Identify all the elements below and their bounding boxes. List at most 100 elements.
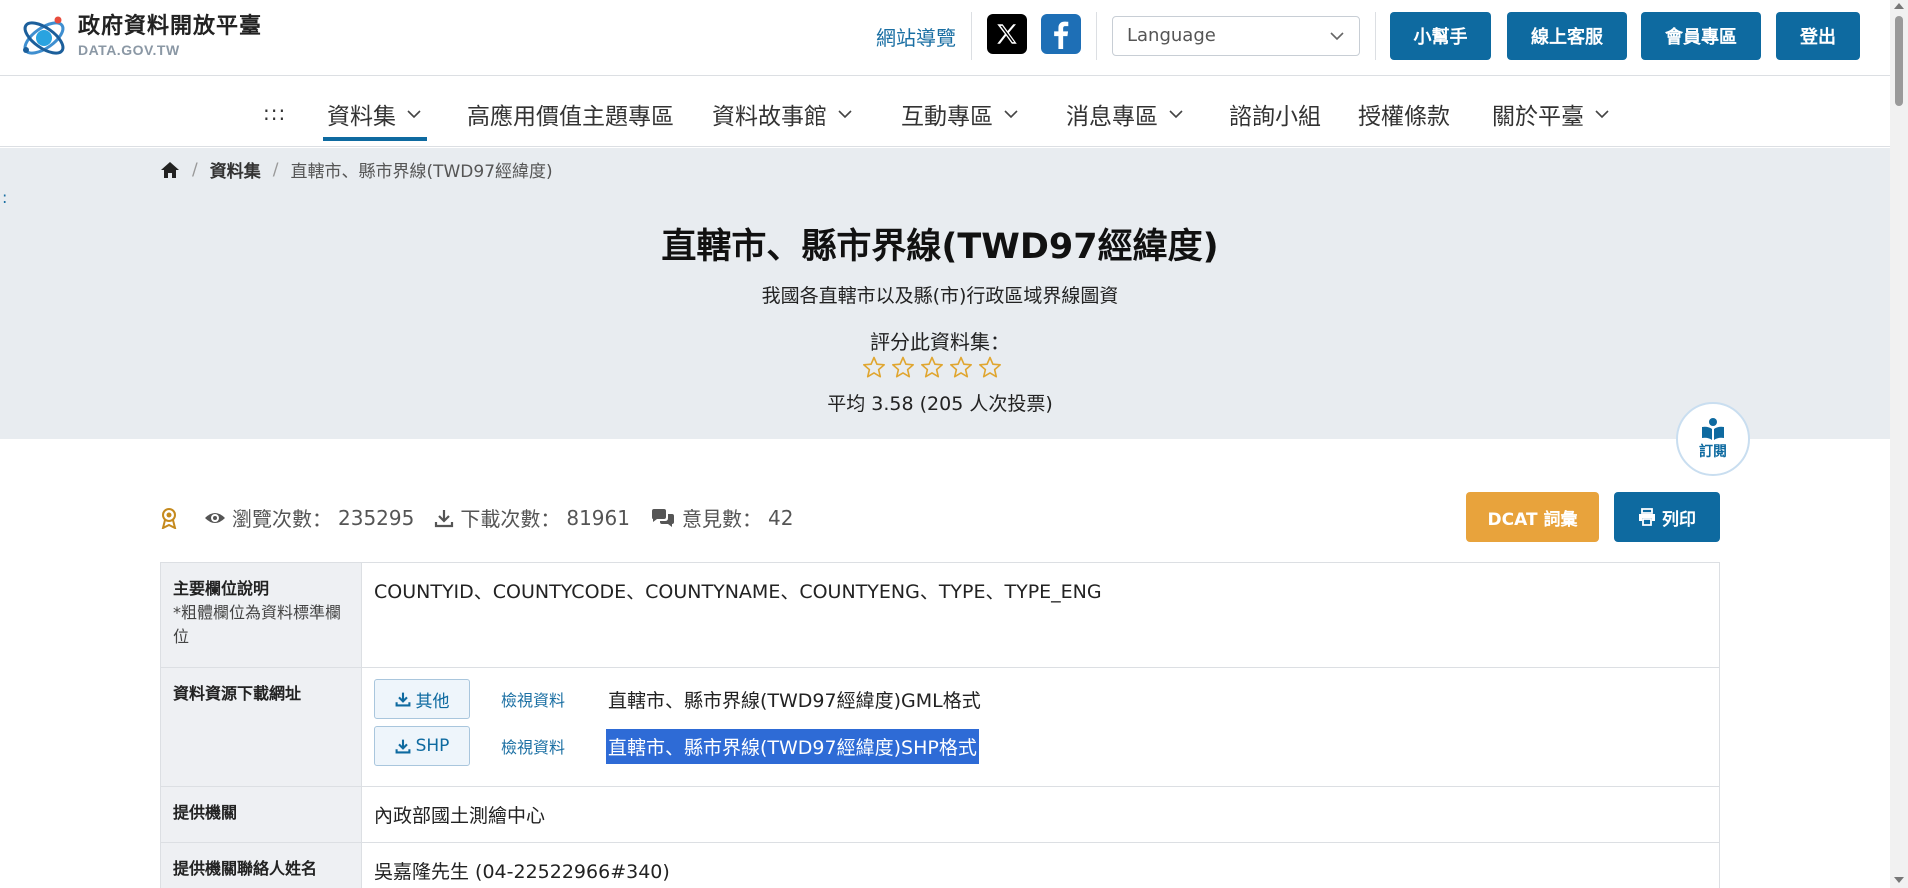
provider-key: 提供機關 — [160, 786, 362, 843]
dataset-hero: / 資料集 / 直轄市、縣市界線(TWD97經緯度) : 直轄市、縣市界線(TW… — [0, 148, 1890, 439]
language-select[interactable]: Language — [1112, 16, 1360, 56]
member-area-button[interactable]: 會員專區 — [1641, 12, 1761, 60]
dataset-stats: 瀏覽次數： 235295 下載次數： 81961 意見數： 42 — [160, 503, 813, 532]
nav-item-label: 消息專區 — [1066, 104, 1158, 130]
book-reader-icon — [1702, 418, 1724, 440]
page-subtitle: 我國各直轄市以及縣(市)行政區域界線圖資 — [761, 285, 1119, 307]
scroll-up-arrow[interactable] — [1894, 3, 1904, 9]
helper-button[interactable]: 小幫手 — [1390, 12, 1491, 60]
nav-item-license[interactable]: 授權條款 — [1358, 97, 1450, 131]
views-stat: 瀏覽次數： 235295 — [204, 503, 414, 532]
online-service-button[interactable]: 線上客服 — [1507, 12, 1627, 60]
breadcrumb-datasets[interactable]: 資料集 — [210, 157, 261, 182]
scroll-down-arrow[interactable] — [1894, 877, 1904, 883]
page-title: 直轄市、縣市界線(TWD97經緯度) — [661, 227, 1219, 267]
download-icon — [395, 739, 411, 754]
star-icon[interactable] — [862, 356, 886, 383]
vertical-scrollbar[interactable] — [1890, 0, 1908, 888]
provider-link[interactable]: 內政部國土測繪中心 — [361, 786, 1720, 843]
logo-icon — [23, 16, 65, 55]
nav-item-news[interactable]: 消息專區 — [1066, 97, 1184, 131]
comments-icon — [651, 508, 674, 527]
download-shp-button[interactable]: SHP — [374, 726, 470, 766]
rating-label: 評分此資料集： — [870, 330, 1010, 354]
nav-item-interactive[interactable]: 互動專區 — [901, 97, 1019, 131]
award-icon — [161, 507, 177, 529]
star-icon[interactable] — [949, 356, 973, 383]
table-row: 資料資源下載網址 其他 檢視資料 直轄市、縣市界線(TWD97經緯度)GML格式 — [160, 667, 1720, 787]
chevron-down-icon — [1169, 110, 1183, 119]
downloads-count: 81961 — [566, 505, 630, 530]
download-icon — [395, 692, 410, 707]
eye-icon — [205, 512, 225, 523]
chevron-down-icon — [1595, 110, 1609, 119]
nav-item-stories[interactable]: 資料故事館 — [712, 97, 853, 131]
dcat-vocabulary-button[interactable]: DCAT 詞彙 — [1466, 492, 1599, 542]
print-label: 列印 — [1662, 509, 1696, 530]
fields-key: 主要欄位說明 — [173, 579, 270, 598]
contact-key: 提供機關聯絡人姓名 — [160, 842, 362, 888]
download-icon — [435, 509, 454, 527]
divider — [1096, 12, 1097, 60]
print-icon — [1639, 508, 1655, 526]
nav-item-advisory[interactable]: 諮詢小組 — [1229, 97, 1321, 131]
nav-item-label: 授權條款 — [1358, 104, 1450, 130]
fields-value: COUNTYID、COUNTYCODE、COUNTYNAME、COUNTYENG… — [361, 562, 1720, 668]
downloads-stat: 下載次數： 81961 — [434, 503, 630, 532]
nav-item-high-value[interactable]: 高應用價值主題專區 — [467, 97, 674, 131]
fields-note: *粗體欄位為資料標準欄位 — [173, 603, 342, 646]
sitemap-link[interactable]: 網站導覽 — [876, 22, 956, 51]
nav-item-label: 互動專區 — [901, 104, 993, 130]
star-icon[interactable] — [891, 356, 915, 383]
chevron-down-icon — [1004, 110, 1018, 119]
star-icon[interactable] — [978, 356, 1002, 383]
award-badge[interactable] — [160, 507, 184, 529]
scrollbar-thumb[interactable] — [1895, 16, 1903, 106]
format-label: 其他 — [415, 691, 450, 712]
resource-name: 直轄市、縣市界線(TWD97經緯度)GML格式 — [608, 689, 981, 712]
print-button[interactable]: 列印 — [1614, 492, 1720, 542]
language-select-value: Language — [1127, 25, 1216, 46]
nav-menu-toggle[interactable]: ::: — [263, 101, 286, 125]
site-header: 政府資料開放平臺 DATA.GOV.TW 網站導覽 Language 小幫手 線… — [0, 0, 1890, 76]
star-rating[interactable] — [862, 356, 1007, 383]
subscribe-label: 訂閱 — [1699, 444, 1727, 460]
x-twitter-icon[interactable] — [987, 14, 1027, 54]
nav-item-datasets[interactable]: 資料集 — [327, 97, 422, 131]
breadcrumb: / 資料集 / 直轄市、縣市界線(TWD97經緯度) — [160, 157, 553, 182]
view-data-link[interactable]: 檢視資料 — [501, 687, 606, 711]
contact-value: 吳嘉隆先生 (04-22522966#340) — [361, 842, 1720, 888]
divider — [971, 12, 972, 60]
logout-button[interactable]: 登出 — [1776, 12, 1860, 60]
views-count: 235295 — [338, 505, 415, 530]
skip-anchor[interactable]: : — [2, 188, 7, 207]
chevron-down-icon — [838, 110, 852, 119]
site-logo[interactable]: 政府資料開放平臺 DATA.GOV.TW — [18, 10, 262, 62]
resources-cell: 其他 檢視資料 直轄市、縣市界線(TWD97經緯度)GML格式 SHP 檢視資料… — [361, 667, 1720, 787]
download-other-button[interactable]: 其他 — [374, 679, 470, 719]
views-label: 瀏覽次數： — [232, 507, 332, 531]
comments-stat: 意見數： 42 — [650, 503, 793, 532]
nav-item-label: 諮詢小組 — [1229, 104, 1321, 130]
comments-count: 42 — [767, 505, 794, 530]
home-icon[interactable] — [160, 161, 180, 179]
resources-key: 資料資源下載網址 — [160, 667, 362, 787]
nav-item-label: 資料集 — [327, 104, 396, 130]
subscribe-button[interactable]: 訂閱 — [1676, 402, 1750, 476]
view-data-link[interactable]: 檢視資料 — [501, 734, 606, 758]
resource-row: SHP 檢視資料 直轄市、縣市界線(TWD97經緯度)SHP格式 — [374, 726, 1707, 766]
star-icon[interactable] — [920, 356, 944, 383]
downloads-label: 下載次數： — [460, 507, 561, 531]
table-row: 提供機關 內政部國土測繪中心 — [160, 786, 1720, 843]
nav-active-indicator — [323, 137, 427, 141]
dataset-info-table: 主要欄位說明 *粗體欄位為資料標準欄位 COUNTYID、COUNTYCODE、… — [160, 562, 1720, 888]
format-label: SHP — [415, 736, 450, 756]
chevron-down-icon — [407, 110, 421, 119]
nav-item-about[interactable]: 關於平臺 — [1492, 97, 1610, 131]
breadcrumb-current: 直轄市、縣市界線(TWD97經緯度) — [290, 162, 553, 182]
logo-subtitle: DATA.GOV.TW — [78, 42, 180, 58]
facebook-icon[interactable] — [1041, 14, 1081, 54]
table-key-cell: 主要欄位說明 *粗體欄位為資料標準欄位 — [160, 562, 362, 668]
rating-average: 平均 3.58 (205 人次投票) — [827, 393, 1053, 415]
main-nav: ::: 資料集 高應用價值主題專區 資料故事館 互動專區 消息專區 諮詢小組 授… — [0, 77, 1890, 147]
